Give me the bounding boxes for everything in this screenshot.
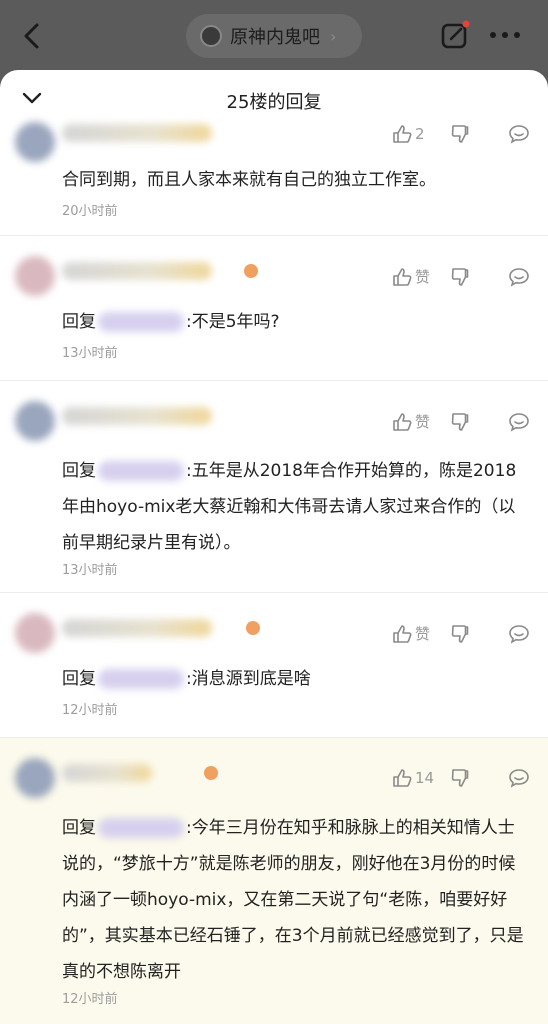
comment-icon	[509, 125, 529, 144]
reply-actions: 赞	[392, 623, 530, 644]
reply-prefix: 回复	[62, 312, 96, 332]
reply-time: 12小时前	[62, 703, 118, 718]
username[interactable]	[62, 764, 152, 782]
reply-text: 合同到期，而且人家本来就有自己的独立工作室。	[62, 170, 436, 190]
dislike-button[interactable]	[450, 624, 508, 644]
avatar[interactable]	[15, 613, 55, 653]
like-count: 2	[415, 125, 425, 143]
sheet-header: 25楼的回复	[0, 70, 548, 132]
reply-time: 12小时前	[62, 992, 118, 1007]
username[interactable]	[62, 124, 212, 142]
reply-content: :今年三月份在知乎和脉脉上的相关知情人士说的，“梦旅十方”就是陈老师的朋友，刚好…	[62, 818, 524, 982]
like-count: 赞	[415, 268, 431, 286]
dislike-button[interactable]	[450, 124, 508, 144]
mention-username[interactable]	[98, 461, 184, 481]
compose-icon	[441, 20, 470, 49]
comment-button[interactable]	[508, 267, 530, 287]
top-bar: 原神内鬼吧 ›	[0, 0, 548, 72]
thumbs-down-icon	[451, 125, 469, 143]
like-count: 赞	[415, 413, 431, 431]
dislike-button[interactable]	[450, 412, 508, 432]
reply-text: 回复 :不是5年吗?	[62, 308, 280, 336]
like-button[interactable]: 赞	[392, 411, 450, 432]
like-count: 14	[415, 769, 435, 787]
reply-item: 赞 回复 :不是5年吗? 13小时前	[0, 236, 548, 381]
thumbs-down-icon	[451, 412, 469, 431]
like-button[interactable]: 14	[392, 768, 450, 788]
reply-time: 20小时前	[62, 204, 118, 219]
thumbs-up-icon	[393, 125, 412, 143]
reply-actions: 赞	[392, 266, 530, 287]
like-count: 赞	[415, 625, 431, 643]
avatar[interactable]	[15, 401, 55, 441]
mention-username[interactable]	[98, 818, 184, 838]
thumbs-up-icon	[393, 769, 412, 787]
username[interactable]	[62, 619, 212, 637]
forum-name: 原神内鬼吧	[230, 27, 320, 48]
reply-prefix: 回复	[62, 461, 96, 481]
username[interactable]	[62, 262, 212, 280]
thumbs-down-icon	[451, 624, 469, 643]
thumbs-up-icon	[393, 412, 412, 431]
thumbs-down-icon	[451, 267, 469, 286]
dislike-button[interactable]	[450, 267, 508, 287]
reply-item: 赞 回复 :消息源到底是啥 12小时前	[0, 593, 548, 738]
mention-username[interactable]	[98, 669, 184, 689]
more-button[interactable]	[488, 22, 522, 48]
avatar[interactable]	[15, 758, 55, 798]
reply-prefix: 回复	[62, 818, 96, 838]
thumbs-up-icon	[393, 267, 412, 286]
avatar[interactable]	[15, 122, 55, 162]
avatar[interactable]	[15, 256, 55, 296]
thumbs-down-icon	[451, 769, 469, 787]
reply-content: :消息源到底是啥	[186, 669, 311, 689]
forum-avatar	[200, 25, 222, 47]
mention-username[interactable]	[98, 312, 184, 332]
reply-time: 13小时前	[62, 563, 118, 578]
dislike-button[interactable]	[450, 768, 508, 788]
reply-time: 13小时前	[62, 346, 118, 361]
reply-prefix: 回复	[62, 669, 96, 689]
sheet-title: 25楼的回复	[226, 92, 322, 113]
username[interactable]	[62, 407, 212, 425]
more-dots-icon	[490, 32, 520, 38]
reply-item-highlighted: 14 回复:今年三月份在知乎和脉脉上的相关知情人士说的，“梦旅十方”就是陈老师的…	[0, 738, 548, 1024]
comment-icon	[509, 267, 529, 287]
reply-text: 回复:今年三月份在知乎和脉脉上的相关知情人士说的，“梦旅十方”就是陈老师的朋友，…	[62, 810, 528, 990]
forum-name-pill[interactable]: 原神内鬼吧 ›	[186, 14, 362, 58]
reply-item: 2 合同到期，而且人家本来就有自己的独立工作室。 20小时前	[0, 122, 548, 236]
reply-item: 赞 回复:五年是从2018年合作开始算的，陈是2018年由hoyo-mix老大蔡…	[0, 381, 548, 593]
comment-button[interactable]	[508, 768, 530, 788]
reply-actions: 14	[392, 768, 530, 788]
replies-sheet: 25楼的回复 2 合同到期，而且人家本来就有自己的独立工作室。 20小时前 赞 …	[0, 70, 548, 1024]
comment-button[interactable]	[508, 124, 530, 144]
reply-actions: 2	[392, 124, 530, 144]
reply-actions: 赞	[392, 411, 530, 432]
comment-button[interactable]	[508, 412, 530, 432]
compose-button[interactable]	[440, 20, 470, 50]
reply-text: 回复:五年是从2018年合作开始算的，陈是2018年由hoyo-mix老大蔡近翰…	[62, 453, 528, 561]
reply-content: :不是5年吗?	[186, 312, 280, 332]
comment-icon	[509, 412, 529, 432]
back-button[interactable]	[20, 22, 44, 50]
chevron-right-icon: ›	[330, 26, 337, 46]
user-badge	[246, 621, 260, 635]
comment-button[interactable]	[508, 624, 530, 644]
like-button[interactable]: 赞	[392, 266, 450, 287]
user-badge	[244, 264, 258, 278]
reply-text: 回复 :消息源到底是啥	[62, 665, 311, 693]
user-badge	[204, 766, 218, 780]
like-button[interactable]: 赞	[392, 623, 450, 644]
comment-icon	[509, 769, 529, 788]
like-button[interactable]: 2	[392, 124, 450, 144]
comment-icon	[509, 624, 529, 644]
chevron-left-icon	[24, 23, 39, 49]
thumbs-up-icon	[393, 624, 412, 643]
